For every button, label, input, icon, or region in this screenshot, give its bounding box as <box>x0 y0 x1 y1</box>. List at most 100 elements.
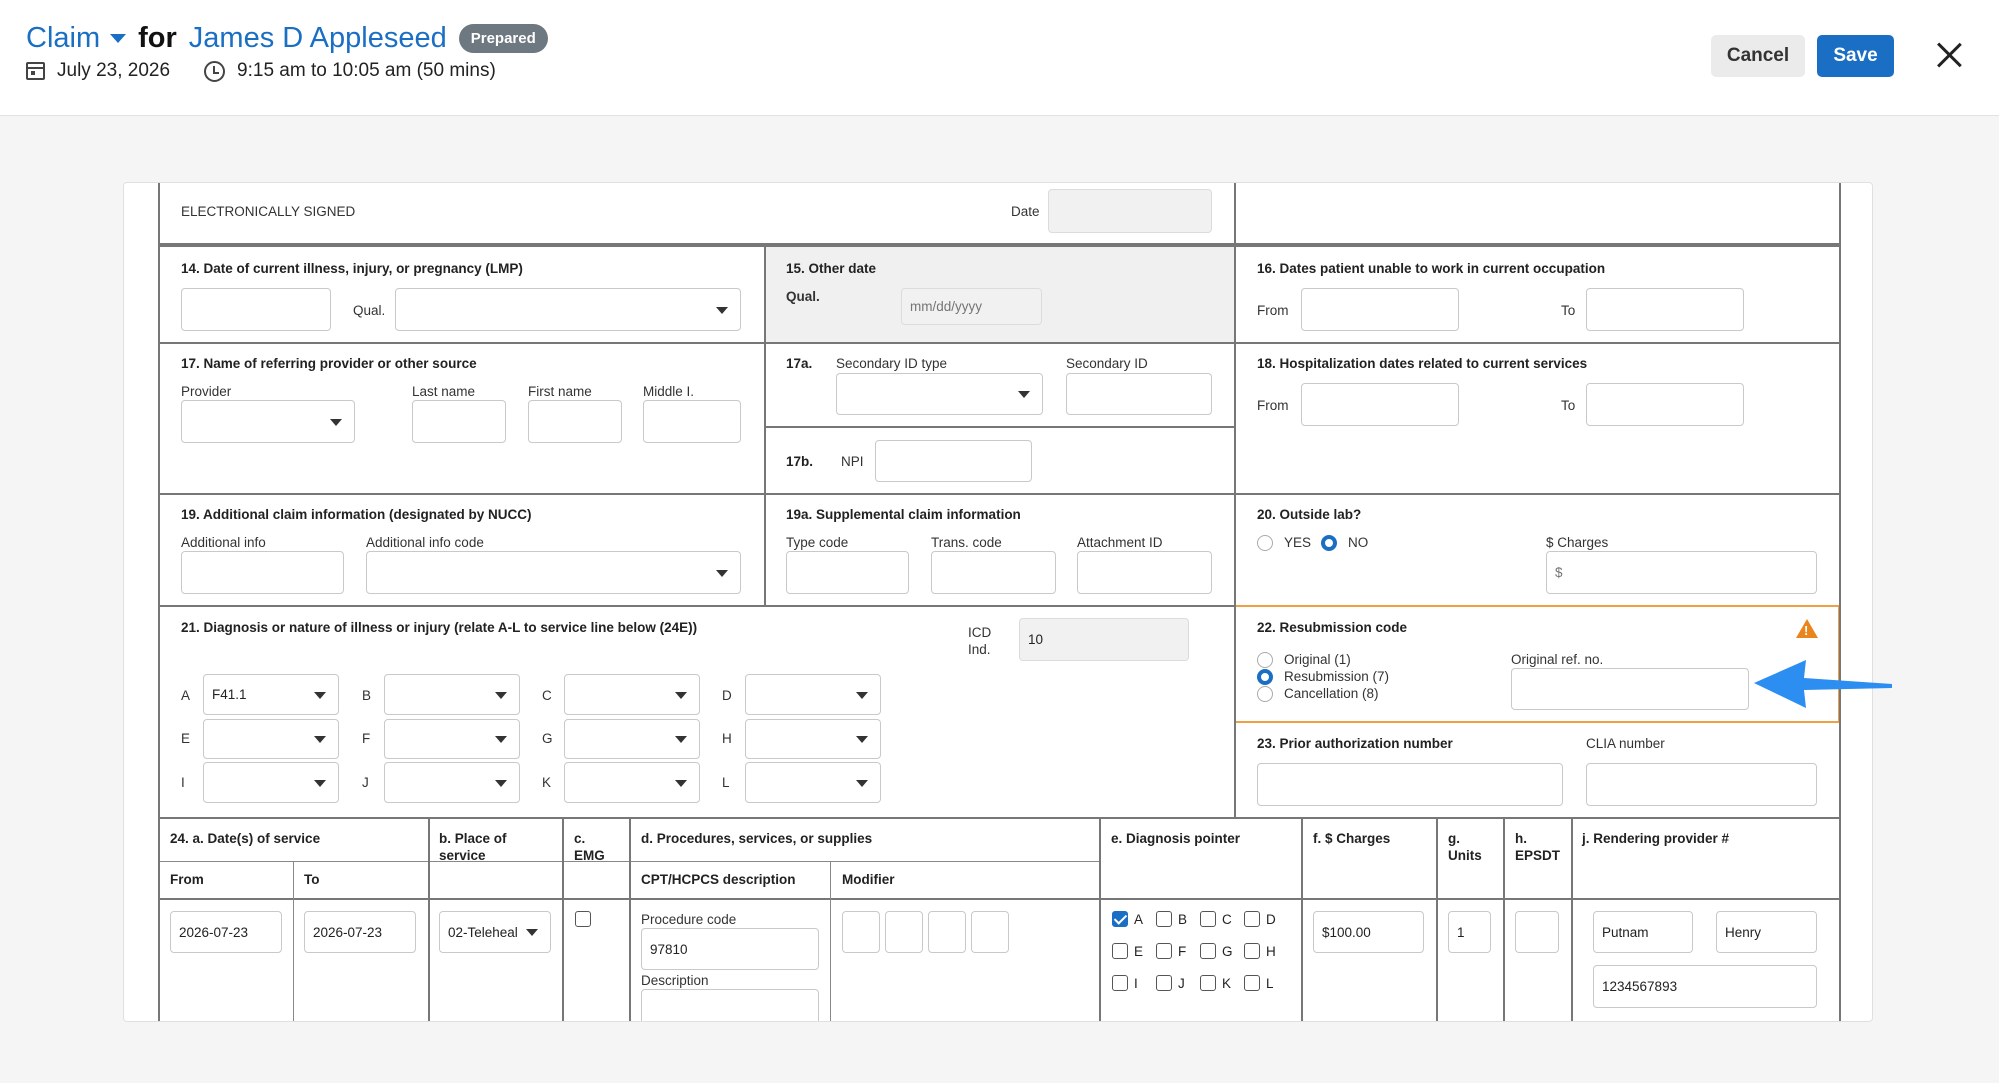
box20-no-radio[interactable] <box>1321 535 1337 551</box>
signed-date-label: Date <box>1011 204 1040 219</box>
box17a-id-input[interactable] <box>1066 373 1212 415</box>
claim-type-dropdown[interactable]: Claim <box>26 22 100 55</box>
pointer-e-checkbox[interactable] <box>1112 943 1128 959</box>
box19a-type-input[interactable] <box>786 551 909 594</box>
box24h-title-2: EPSDT <box>1515 848 1561 863</box>
dx-g-select[interactable] <box>564 719 700 759</box>
rendering-provider-first-input[interactable] <box>1716 911 1817 953</box>
description-input[interactable] <box>641 989 819 1021</box>
claim-header: Claim for James D Appleseed Prepared Jul… <box>0 0 1999 116</box>
warning-triangle-icon <box>1796 619 1818 638</box>
modifier-2-input[interactable] <box>885 911 923 953</box>
dx-i-select[interactable] <box>203 762 339 803</box>
box20-charges-label: $ Charges <box>1546 535 1609 550</box>
box19-code-select[interactable] <box>366 551 741 594</box>
resubmission-resubmission-radio[interactable] <box>1257 669 1273 685</box>
patient-name-link[interactable]: James D Appleseed <box>189 22 447 55</box>
line-charges-input[interactable] <box>1313 911 1424 953</box>
pointer-b-checkbox[interactable] <box>1156 911 1172 927</box>
box17a-number: 17a. <box>786 356 813 371</box>
box23-clia-input[interactable] <box>1586 763 1817 806</box>
box19-info-input[interactable] <box>181 551 344 594</box>
place-of-service-select[interactable]: 02-Teleheal <box>439 911 551 953</box>
box14-date-input[interactable] <box>181 288 331 331</box>
pointer-h-checkbox[interactable] <box>1244 943 1260 959</box>
pointer-l-checkbox[interactable] <box>1244 975 1260 991</box>
pointer-a-checkbox[interactable] <box>1112 911 1128 927</box>
box15-date-input[interactable] <box>901 288 1042 325</box>
modifier-4-input[interactable] <box>971 911 1009 953</box>
dx-b-select[interactable] <box>384 674 520 715</box>
dx-a-select[interactable]: F41.1 <box>203 674 339 715</box>
line-units-input[interactable] <box>1448 911 1491 953</box>
box18-title: 18. Hospitalization dates related to cur… <box>1257 356 1588 371</box>
divider <box>428 817 430 1021</box>
signed-date-input[interactable] <box>1048 189 1212 233</box>
box17a-type-select[interactable] <box>836 373 1043 415</box>
dx-f-select[interactable] <box>384 719 520 759</box>
cancel-button[interactable]: Cancel <box>1711 35 1805 77</box>
procedure-code-label: Procedure code <box>641 912 737 927</box>
box23-clia-label: CLIA number <box>1586 736 1665 751</box>
service-to-input[interactable] <box>304 911 416 953</box>
pointer-c-checkbox[interactable] <box>1200 911 1216 927</box>
emg-checkbox[interactable] <box>575 911 591 927</box>
resubmission-original-radio[interactable] <box>1257 652 1273 668</box>
pointer-g-checkbox[interactable] <box>1200 943 1216 959</box>
divider <box>1503 817 1505 1021</box>
box23-auth-input[interactable] <box>1257 763 1563 806</box>
box17b-npi-input[interactable] <box>875 440 1032 482</box>
box17-provider-select[interactable] <box>181 400 355 443</box>
dx-k-select[interactable] <box>564 762 700 803</box>
dx-d-select[interactable] <box>745 674 881 715</box>
box20-charges-input[interactable] <box>1546 551 1817 594</box>
box17-title: 17. Name of referring provider or other … <box>181 356 477 371</box>
box19a-trans-input[interactable] <box>931 551 1056 594</box>
dx-l-select[interactable] <box>745 762 881 803</box>
procedure-code-input[interactable] <box>641 928 819 970</box>
divider <box>158 183 160 1021</box>
box18-to-label: To <box>1561 398 1576 413</box>
box20-title: 20. Outside lab? <box>1257 507 1362 522</box>
dx-j-select[interactable] <box>384 762 520 803</box>
pointer-j-checkbox[interactable] <box>1156 975 1172 991</box>
divider <box>1571 817 1573 1021</box>
box18-to-input[interactable] <box>1586 383 1744 426</box>
modifier-1-input[interactable] <box>842 911 880 953</box>
box17-last-name-input[interactable] <box>412 400 506 443</box>
pointer-f-checkbox[interactable] <box>1156 943 1172 959</box>
dx-e-select[interactable] <box>203 719 339 759</box>
close-icon[interactable] <box>1936 42 1962 68</box>
pointer-i-checkbox[interactable] <box>1112 975 1128 991</box>
box24d-title: d. Procedures, services, or supplies <box>641 831 873 846</box>
save-button[interactable]: Save <box>1817 35 1894 77</box>
dx-h-select[interactable] <box>745 719 881 759</box>
box20-yes-radio[interactable] <box>1257 535 1273 551</box>
modifier-3-input[interactable] <box>928 911 966 953</box>
resubmission-cancellation-radio[interactable] <box>1257 686 1273 702</box>
dx-c-select[interactable] <box>564 674 700 715</box>
service-from-input[interactable] <box>170 911 282 953</box>
box17-first-name-input[interactable] <box>528 400 622 443</box>
pointer-d-checkbox[interactable] <box>1244 911 1260 927</box>
rendering-provider-last-input[interactable] <box>1593 911 1693 953</box>
box18-from-input[interactable] <box>1301 383 1459 426</box>
box24f-title: f. $ Charges <box>1313 831 1391 846</box>
box14-qual-select[interactable] <box>395 288 741 331</box>
chevron-down-icon[interactable] <box>110 33 127 43</box>
box16-from-input[interactable] <box>1301 288 1459 331</box>
box17-middle-input[interactable] <box>643 400 741 443</box>
box22-orig-ref-input[interactable] <box>1511 668 1749 710</box>
box16-to-input[interactable] <box>1586 288 1744 331</box>
box15-title: 15. Other date <box>786 261 877 276</box>
pointer-letter: A <box>1134 912 1144 927</box>
rendering-provider-id-input[interactable] <box>1593 965 1817 1008</box>
line-epsdt-input[interactable] <box>1515 911 1559 953</box>
box20-yes-label: YES <box>1284 535 1312 550</box>
box23-title: 23. Prior authorization number <box>1257 736 1453 751</box>
pointer-letter: D <box>1266 912 1276 927</box>
box21-icd-input[interactable] <box>1019 618 1189 661</box>
dx-letter-label: B <box>362 688 372 703</box>
box19a-attach-input[interactable] <box>1077 551 1212 594</box>
pointer-k-checkbox[interactable] <box>1200 975 1216 991</box>
